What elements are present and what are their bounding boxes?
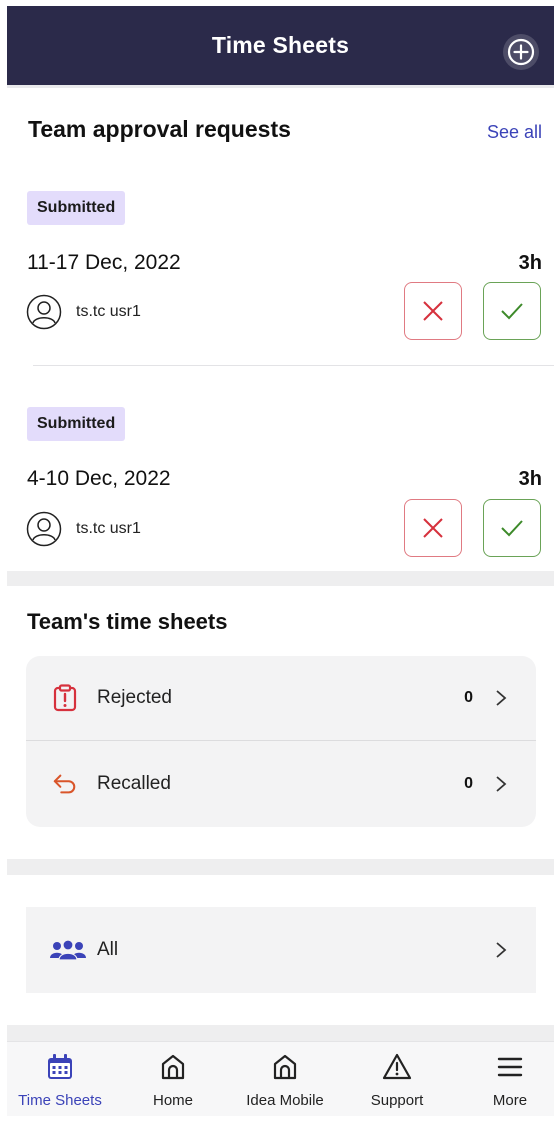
chevron-right-icon	[496, 690, 507, 706]
rejected-label: Rejected	[97, 687, 172, 708]
app-header: Time Sheets	[7, 6, 554, 85]
people-group-icon	[49, 938, 87, 967]
tab-idea-mobile[interactable]: Idea Mobile	[236, 1042, 334, 1116]
tab-label: Home	[152, 1092, 193, 1109]
recalled-count: 0	[464, 775, 473, 792]
request-period: 11-17 Dec, 2022	[27, 251, 181, 274]
plus-circle-icon	[507, 38, 535, 66]
add-timesheet-button[interactable]	[503, 34, 539, 70]
warning-icon	[382, 1052, 412, 1082]
page-title: Time Sheets	[211, 32, 350, 58]
check-icon	[501, 520, 523, 537]
undo-arrow-icon	[52, 770, 78, 798]
tab-home[interactable]: Home	[125, 1042, 221, 1116]
request-user-name: ts.tc usr1	[76, 303, 141, 320]
status-badge: Submitted	[27, 191, 126, 225]
check-icon	[501, 303, 523, 320]
request-divider	[33, 365, 554, 366]
tab-label: Idea Mobile	[246, 1092, 324, 1109]
team-sheets-title: Team's time sheets	[27, 609, 228, 634]
team-sheets-card: Rejected 0 Recalled 0	[26, 656, 536, 827]
section-separator	[7, 859, 554, 875]
menu-icon	[495, 1052, 525, 1082]
chevron-right-icon	[496, 776, 507, 792]
tab-label: Support	[370, 1092, 424, 1109]
row-divider	[26, 740, 536, 741]
approve-button[interactable]	[483, 282, 541, 340]
clipboard-alert-icon	[52, 684, 78, 712]
recalled-row[interactable]: Recalled 0	[26, 742, 536, 826]
chevron-right-icon	[496, 942, 507, 958]
home-icon	[270, 1052, 300, 1082]
all-label: All	[97, 939, 119, 960]
request-user: ts.tc usr1	[26, 511, 141, 547]
tab-time-sheets[interactable]: Time Sheets	[11, 1042, 109, 1116]
request-hours: 3h	[518, 468, 542, 490]
status-badge: Submitted	[27, 407, 126, 441]
tab-support[interactable]: Support	[349, 1042, 445, 1116]
calendar-icon	[45, 1052, 75, 1082]
reject-button[interactable]	[404, 282, 462, 340]
tab-label: More	[492, 1092, 528, 1109]
request-user: ts.tc usr1	[26, 294, 141, 330]
approve-button[interactable]	[483, 499, 541, 557]
section-separator	[7, 571, 554, 586]
approvals-section-title: Team approval requests	[28, 116, 291, 142]
close-icon	[423, 518, 443, 538]
section-separator	[7, 1025, 554, 1041]
request-user-name: ts.tc usr1	[76, 520, 141, 537]
app-screen: Time Sheets Team approval requests See a…	[7, 6, 554, 1116]
all-row[interactable]: All	[26, 907, 536, 993]
user-avatar-icon	[26, 294, 62, 330]
reject-button[interactable]	[404, 499, 462, 557]
user-avatar-icon	[26, 511, 62, 547]
close-icon	[423, 301, 443, 321]
see-all-link[interactable]: See all	[487, 122, 542, 143]
home-icon	[158, 1052, 188, 1082]
tab-label: Time Sheets	[18, 1092, 102, 1109]
tab-more[interactable]: More	[462, 1042, 554, 1116]
rejected-row[interactable]: Rejected 0	[26, 656, 536, 740]
header-divider	[7, 85, 554, 88]
bottom-tab-bar: Time Sheets Home Idea Mobile Support Mor…	[7, 1041, 554, 1116]
recalled-label: Recalled	[97, 773, 171, 794]
request-period: 4-10 Dec, 2022	[27, 467, 171, 490]
rejected-count: 0	[464, 689, 473, 706]
request-hours: 3h	[518, 252, 542, 274]
